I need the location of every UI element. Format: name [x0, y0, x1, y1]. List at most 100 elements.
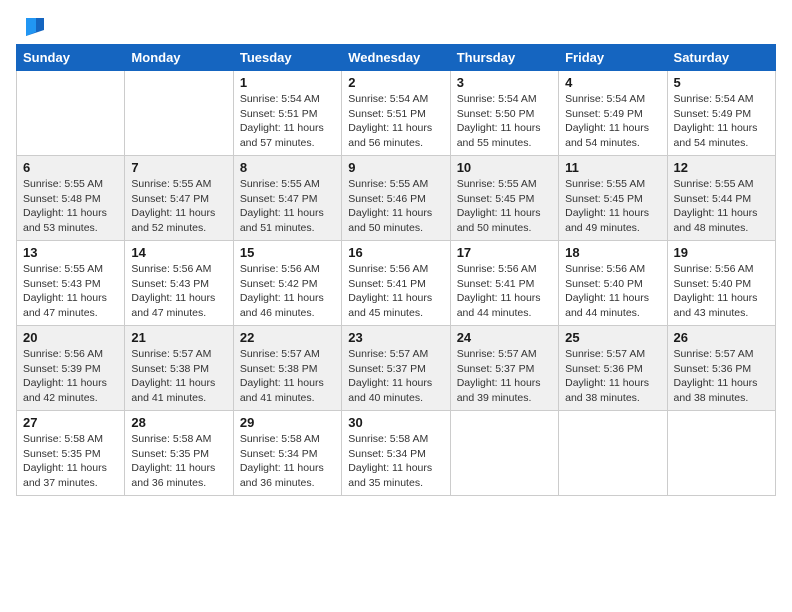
header — [16, 16, 776, 36]
day-info: Sunrise: 5:56 AMSunset: 5:42 PMDaylight:… — [240, 262, 335, 321]
day-number: 2 — [348, 75, 443, 90]
day-info: Sunrise: 5:55 AMSunset: 5:45 PMDaylight:… — [565, 177, 660, 236]
week-row-2: 6 Sunrise: 5:55 AMSunset: 5:48 PMDayligh… — [17, 156, 776, 241]
day-info: Sunrise: 5:55 AMSunset: 5:47 PMDaylight:… — [131, 177, 226, 236]
day-cell: 28 Sunrise: 5:58 AMSunset: 5:35 PMDaylig… — [125, 411, 233, 496]
day-cell: 20 Sunrise: 5:56 AMSunset: 5:39 PMDaylig… — [17, 326, 125, 411]
day-cell — [17, 71, 125, 156]
day-number: 4 — [565, 75, 660, 90]
day-cell: 12 Sunrise: 5:55 AMSunset: 5:44 PMDaylig… — [667, 156, 775, 241]
day-number: 5 — [674, 75, 769, 90]
day-number: 14 — [131, 245, 226, 260]
day-number: 24 — [457, 330, 552, 345]
day-number: 23 — [348, 330, 443, 345]
day-info: Sunrise: 5:58 AMSunset: 5:35 PMDaylight:… — [23, 432, 118, 491]
day-number: 3 — [457, 75, 552, 90]
day-info: Sunrise: 5:55 AMSunset: 5:45 PMDaylight:… — [457, 177, 552, 236]
day-header-sunday: Sunday — [17, 45, 125, 71]
day-info: Sunrise: 5:58 AMSunset: 5:35 PMDaylight:… — [131, 432, 226, 491]
day-cell — [125, 71, 233, 156]
day-cell: 15 Sunrise: 5:56 AMSunset: 5:42 PMDaylig… — [233, 241, 341, 326]
day-info: Sunrise: 5:57 AMSunset: 5:38 PMDaylight:… — [131, 347, 226, 406]
day-number: 15 — [240, 245, 335, 260]
day-cell: 5 Sunrise: 5:54 AMSunset: 5:49 PMDayligh… — [667, 71, 775, 156]
day-info: Sunrise: 5:55 AMSunset: 5:44 PMDaylight:… — [674, 177, 769, 236]
day-header-thursday: Thursday — [450, 45, 558, 71]
day-number: 22 — [240, 330, 335, 345]
day-cell: 21 Sunrise: 5:57 AMSunset: 5:38 PMDaylig… — [125, 326, 233, 411]
day-header-tuesday: Tuesday — [233, 45, 341, 71]
day-cell: 14 Sunrise: 5:56 AMSunset: 5:43 PMDaylig… — [125, 241, 233, 326]
week-row-4: 20 Sunrise: 5:56 AMSunset: 5:39 PMDaylig… — [17, 326, 776, 411]
day-cell: 19 Sunrise: 5:56 AMSunset: 5:40 PMDaylig… — [667, 241, 775, 326]
day-cell: 9 Sunrise: 5:55 AMSunset: 5:46 PMDayligh… — [342, 156, 450, 241]
day-cell — [667, 411, 775, 496]
week-row-3: 13 Sunrise: 5:55 AMSunset: 5:43 PMDaylig… — [17, 241, 776, 326]
day-info: Sunrise: 5:55 AMSunset: 5:47 PMDaylight:… — [240, 177, 335, 236]
day-number: 7 — [131, 160, 226, 175]
day-cell: 7 Sunrise: 5:55 AMSunset: 5:47 PMDayligh… — [125, 156, 233, 241]
day-info: Sunrise: 5:54 AMSunset: 5:51 PMDaylight:… — [240, 92, 335, 151]
day-info: Sunrise: 5:55 AMSunset: 5:48 PMDaylight:… — [23, 177, 118, 236]
day-cell: 2 Sunrise: 5:54 AMSunset: 5:51 PMDayligh… — [342, 71, 450, 156]
day-info: Sunrise: 5:57 AMSunset: 5:36 PMDaylight:… — [674, 347, 769, 406]
day-number: 21 — [131, 330, 226, 345]
day-number: 9 — [348, 160, 443, 175]
day-number: 19 — [674, 245, 769, 260]
day-number: 12 — [674, 160, 769, 175]
day-cell: 11 Sunrise: 5:55 AMSunset: 5:45 PMDaylig… — [559, 156, 667, 241]
day-cell: 1 Sunrise: 5:54 AMSunset: 5:51 PMDayligh… — [233, 71, 341, 156]
day-info: Sunrise: 5:56 AMSunset: 5:40 PMDaylight:… — [565, 262, 660, 321]
day-number: 28 — [131, 415, 226, 430]
day-number: 1 — [240, 75, 335, 90]
day-cell: 10 Sunrise: 5:55 AMSunset: 5:45 PMDaylig… — [450, 156, 558, 241]
day-cell: 24 Sunrise: 5:57 AMSunset: 5:37 PMDaylig… — [450, 326, 558, 411]
day-info: Sunrise: 5:54 AMSunset: 5:49 PMDaylight:… — [674, 92, 769, 151]
day-cell: 16 Sunrise: 5:56 AMSunset: 5:41 PMDaylig… — [342, 241, 450, 326]
day-info: Sunrise: 5:54 AMSunset: 5:51 PMDaylight:… — [348, 92, 443, 151]
day-cell: 6 Sunrise: 5:55 AMSunset: 5:48 PMDayligh… — [17, 156, 125, 241]
day-info: Sunrise: 5:57 AMSunset: 5:36 PMDaylight:… — [565, 347, 660, 406]
day-info: Sunrise: 5:57 AMSunset: 5:37 PMDaylight:… — [457, 347, 552, 406]
day-number: 18 — [565, 245, 660, 260]
day-cell: 25 Sunrise: 5:57 AMSunset: 5:36 PMDaylig… — [559, 326, 667, 411]
day-number: 27 — [23, 415, 118, 430]
day-cell — [450, 411, 558, 496]
day-info: Sunrise: 5:57 AMSunset: 5:38 PMDaylight:… — [240, 347, 335, 406]
logo — [16, 16, 44, 36]
day-header-friday: Friday — [559, 45, 667, 71]
day-cell: 8 Sunrise: 5:55 AMSunset: 5:47 PMDayligh… — [233, 156, 341, 241]
day-number: 11 — [565, 160, 660, 175]
day-cell: 3 Sunrise: 5:54 AMSunset: 5:50 PMDayligh… — [450, 71, 558, 156]
day-number: 10 — [457, 160, 552, 175]
day-number: 25 — [565, 330, 660, 345]
day-cell: 13 Sunrise: 5:55 AMSunset: 5:43 PMDaylig… — [17, 241, 125, 326]
day-number: 26 — [674, 330, 769, 345]
day-cell: 30 Sunrise: 5:58 AMSunset: 5:34 PMDaylig… — [342, 411, 450, 496]
day-number: 30 — [348, 415, 443, 430]
day-cell: 18 Sunrise: 5:56 AMSunset: 5:40 PMDaylig… — [559, 241, 667, 326]
day-header-monday: Monday — [125, 45, 233, 71]
day-cell: 17 Sunrise: 5:56 AMSunset: 5:41 PMDaylig… — [450, 241, 558, 326]
day-info: Sunrise: 5:54 AMSunset: 5:49 PMDaylight:… — [565, 92, 660, 151]
week-row-5: 27 Sunrise: 5:58 AMSunset: 5:35 PMDaylig… — [17, 411, 776, 496]
day-info: Sunrise: 5:55 AMSunset: 5:43 PMDaylight:… — [23, 262, 118, 321]
day-number: 20 — [23, 330, 118, 345]
day-info: Sunrise: 5:58 AMSunset: 5:34 PMDaylight:… — [240, 432, 335, 491]
week-row-1: 1 Sunrise: 5:54 AMSunset: 5:51 PMDayligh… — [17, 71, 776, 156]
day-info: Sunrise: 5:56 AMSunset: 5:41 PMDaylight:… — [348, 262, 443, 321]
day-info: Sunrise: 5:54 AMSunset: 5:50 PMDaylight:… — [457, 92, 552, 151]
day-info: Sunrise: 5:58 AMSunset: 5:34 PMDaylight:… — [348, 432, 443, 491]
day-cell: 23 Sunrise: 5:57 AMSunset: 5:37 PMDaylig… — [342, 326, 450, 411]
day-cell: 22 Sunrise: 5:57 AMSunset: 5:38 PMDaylig… — [233, 326, 341, 411]
day-header-wednesday: Wednesday — [342, 45, 450, 71]
day-number: 13 — [23, 245, 118, 260]
day-info: Sunrise: 5:56 AMSunset: 5:41 PMDaylight:… — [457, 262, 552, 321]
day-cell: 4 Sunrise: 5:54 AMSunset: 5:49 PMDayligh… — [559, 71, 667, 156]
logo-icon — [18, 18, 44, 36]
day-header-saturday: Saturday — [667, 45, 775, 71]
day-number: 8 — [240, 160, 335, 175]
day-info: Sunrise: 5:57 AMSunset: 5:37 PMDaylight:… — [348, 347, 443, 406]
day-info: Sunrise: 5:56 AMSunset: 5:40 PMDaylight:… — [674, 262, 769, 321]
header-row: SundayMondayTuesdayWednesdayThursdayFrid… — [17, 45, 776, 71]
